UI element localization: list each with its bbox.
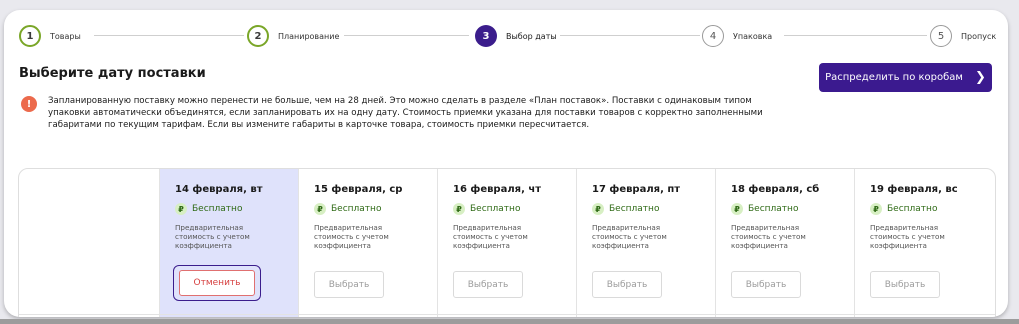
step-connector	[560, 35, 700, 36]
price-label: Бесплатно	[192, 204, 243, 214]
price-label: Бесплатно	[887, 204, 938, 214]
step-number: 4	[702, 25, 724, 47]
step-label: Упаковка	[733, 31, 773, 41]
price-row: ₽ Бесплатно	[453, 203, 553, 215]
choose-button[interactable]: Выбрать	[453, 271, 523, 298]
price-label: Бесплатно	[331, 204, 382, 214]
ruble-icon: ₽	[453, 203, 465, 215]
price-label: Бесплатно	[609, 204, 660, 214]
day-column[interactable]: 16 февраля, чт ₽ Бесплатно Предварительн…	[437, 169, 576, 317]
step-label: Товары	[50, 31, 81, 41]
notice-text: Запланированную поставку можно перенести…	[48, 96, 763, 130]
ruble-icon: ₽	[175, 203, 187, 215]
calendar-label-column	[19, 169, 159, 317]
step-connector	[784, 35, 927, 36]
step-connector	[94, 35, 244, 36]
cancel-button-focus: Отменить	[173, 265, 261, 301]
day-column[interactable]: 18 февраля, сб ₽ Бесплатно Предварительн…	[715, 169, 854, 317]
ruble-icon: ₽	[592, 203, 604, 215]
ruble-icon: ₽	[314, 203, 326, 215]
choose-button[interactable]: Выбрать	[592, 271, 662, 298]
step-connector	[344, 35, 469, 36]
step-planning[interactable]: 2 Планирование	[247, 24, 339, 48]
ruble-icon: ₽	[731, 203, 743, 215]
page-title: Выберите дату поставки	[19, 66, 206, 81]
day-date: 18 февраля, сб	[731, 184, 820, 195]
day-date: 15 февраля, ср	[314, 184, 403, 195]
price-label: Бесплатно	[470, 204, 521, 214]
step-number: 2	[247, 25, 269, 47]
chevron-right-icon: ❯	[974, 70, 986, 85]
window-bottom-edge	[0, 319, 1019, 324]
price-row: ₽ Бесплатно	[314, 203, 414, 215]
day-column[interactable]: 17 февраля, пт ₽ Бесплатно Предварительн…	[576, 169, 715, 317]
step-number: 3	[475, 25, 497, 47]
choose-button[interactable]: Выбрать	[731, 271, 801, 298]
step-number: 1	[19, 25, 41, 47]
warning-icon: !	[21, 96, 37, 112]
step-date-selection[interactable]: 3 Выбор даты	[475, 24, 557, 48]
date-calendar: 14 февраля, вт ₽ Бесплатно Предварительн…	[18, 168, 996, 317]
distribute-button-label: Распределить по коробам	[825, 72, 963, 83]
row-divider	[19, 314, 995, 315]
step-number: 5	[930, 25, 952, 47]
day-date: 16 февраля, чт	[453, 184, 542, 195]
day-column[interactable]: 19 февраля, вс ₽ Бесплатно Предварительн…	[854, 169, 995, 317]
step-packaging[interactable]: 4 Упаковка	[702, 24, 772, 48]
price-row: ₽ Бесплатно	[870, 203, 970, 215]
price-description: Предварительная стоимость с учетом коэфф…	[175, 223, 250, 250]
day-column[interactable]: 15 февраля, ср ₽ Бесплатно Предварительн…	[298, 169, 437, 317]
choose-button[interactable]: Выбрать	[314, 271, 384, 298]
day-date: 17 февраля, пт	[592, 184, 681, 195]
price-description: Предварительная стоимость с учетом коэфф…	[314, 223, 389, 250]
price-description: Предварительная стоимость с учетом коэфф…	[453, 223, 528, 250]
distribute-by-boxes-button[interactable]: Распределить по коробам ❯	[819, 63, 992, 92]
step-products[interactable]: 1 Товары	[19, 24, 81, 48]
stepper: 1 Товары 2 Планирование 3 Выбор даты 4 У…	[4, 10, 1008, 62]
day-date: 14 февраля, вт	[175, 184, 263, 195]
cancel-button[interactable]: Отменить	[179, 270, 255, 296]
price-description: Предварительная стоимость с учетом коэфф…	[870, 223, 945, 250]
price-row: ₽ Бесплатно	[175, 203, 275, 215]
day-date: 19 февраля, вс	[870, 184, 958, 195]
step-pass[interactable]: 5 Пропуск	[930, 24, 996, 48]
price-row: ₽ Бесплатно	[592, 203, 692, 215]
app-window: 1 Товары 2 Планирование 3 Выбор даты 4 У…	[4, 10, 1008, 317]
day-column-selected[interactable]: 14 февраля, вт ₽ Бесплатно Предварительн…	[159, 169, 298, 317]
step-label: Пропуск	[961, 31, 997, 41]
price-description: Предварительная стоимость с учетом коэфф…	[592, 223, 667, 250]
choose-button[interactable]: Выбрать	[870, 271, 940, 298]
price-description: Предварительная стоимость с учетом коэфф…	[731, 223, 806, 250]
step-label: Планирование	[278, 31, 340, 41]
price-row: ₽ Бесплатно	[731, 203, 831, 215]
ruble-icon: ₽	[870, 203, 882, 215]
price-label: Бесплатно	[748, 204, 799, 214]
step-label: Выбор даты	[506, 31, 557, 41]
